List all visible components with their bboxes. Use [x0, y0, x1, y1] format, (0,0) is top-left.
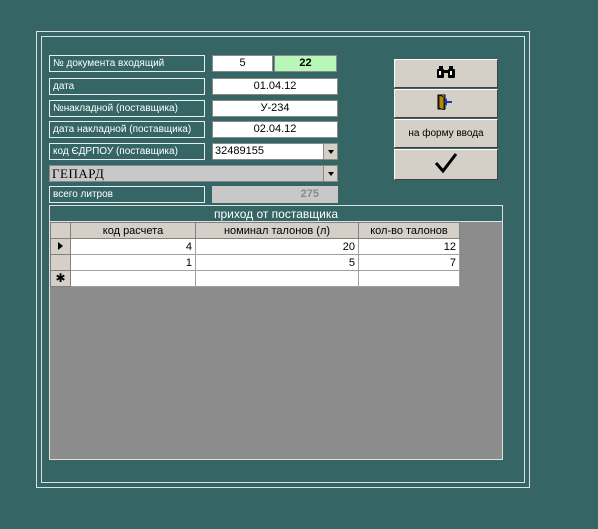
row-selector[interactable] — [50, 254, 71, 271]
row-selector[interactable] — [50, 238, 71, 255]
subform-title: приход от поставщика — [50, 206, 502, 222]
total-liters-field: 275 — [212, 186, 338, 203]
exit-button[interactable] — [394, 89, 498, 118]
cell-nominal[interactable]: 5 — [195, 254, 359, 271]
cell-count[interactable]: 12 — [358, 238, 460, 255]
cell-count[interactable]: 7 — [358, 254, 460, 271]
doc-counter-field: 22 — [274, 55, 337, 72]
table-row[interactable]: 1 5 7 — [50, 254, 460, 271]
invoice-date-field[interactable]: 02.04.12 — [212, 121, 338, 138]
chevron-down-icon[interactable] — [323, 166, 337, 181]
binoculars-icon — [437, 66, 455, 81]
row-selector-header[interactable] — [50, 222, 71, 239]
invoice-date-label: дата накладной (поставщика) — [49, 121, 205, 138]
column-header-nominal[interactable]: номинал талонов (л) — [195, 222, 359, 239]
cell-code[interactable]: 4 — [70, 238, 196, 255]
exit-door-icon — [437, 94, 455, 113]
table-header-row: код расчета номинал талонов (л) кол-во т… — [50, 222, 460, 239]
cell-nominal[interactable]: 20 — [195, 238, 359, 255]
to-input-form-button[interactable]: на форму ввода — [394, 119, 498, 148]
new-record-row[interactable]: ✱ — [50, 270, 460, 287]
find-button[interactable] — [394, 59, 498, 88]
edrpou-combo[interactable]: 32489155 — [212, 143, 338, 160]
confirm-button[interactable] — [394, 149, 498, 180]
checkmark-icon — [434, 152, 458, 177]
to-input-form-label: на форму ввода — [408, 128, 484, 139]
column-header-code[interactable]: код расчета — [70, 222, 196, 239]
edrpou-value: 32489155 — [215, 145, 264, 157]
column-header-count[interactable]: кол-во талонов — [358, 222, 460, 239]
date-label: дата — [49, 78, 205, 95]
current-record-icon — [58, 241, 63, 250]
table-row[interactable]: 4 20 12 — [50, 238, 460, 255]
cell-code[interactable]: 1 — [70, 254, 196, 271]
supplier-name: ГЕПАРД — [52, 166, 105, 181]
doc-number-field[interactable]: 5 — [212, 55, 273, 72]
cell-code[interactable] — [70, 270, 196, 287]
row-selector[interactable]: ✱ — [50, 270, 71, 287]
edrpou-label: код ЄДРПОУ (поставщика) — [49, 143, 205, 160]
cell-count[interactable] — [358, 270, 460, 287]
invoice-number-field[interactable]: У-234 — [212, 100, 338, 117]
new-record-icon: ✱ — [55, 271, 66, 285]
date-field[interactable]: 01.04.12 — [212, 78, 338, 95]
supplier-combo[interactable]: ГЕПАРД — [49, 165, 338, 182]
invoice-number-label: №накладной (поставщика) — [49, 100, 205, 117]
receipt-table: код расчета номинал талонов (л) кол-во т… — [50, 222, 460, 287]
cell-nominal[interactable] — [195, 270, 359, 287]
chevron-down-icon[interactable] — [323, 144, 337, 159]
total-liters-label: всего литров — [49, 186, 205, 203]
supplier-receipt-subform: приход от поставщика код расчета номинал… — [49, 205, 503, 460]
doc-number-label: № документа входящий — [49, 55, 205, 72]
